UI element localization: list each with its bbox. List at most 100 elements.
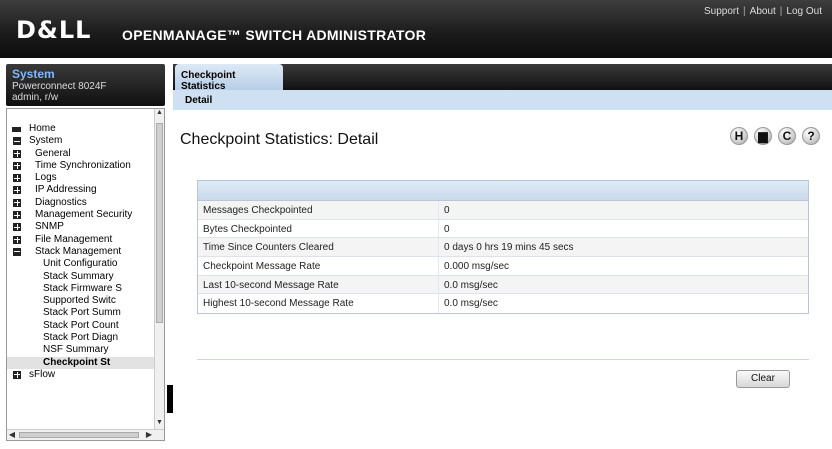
nav-item-label: Stack Port Count — [43, 319, 119, 331]
help-icon[interactable]: ? — [802, 127, 820, 145]
table-body: Messages Checkpointed 0 Bytes Checkpointed… — [198, 201, 808, 314]
row-value: 0.0 msg/sec — [444, 279, 498, 291]
refresh-icon[interactable]: C — [778, 127, 796, 145]
expand-icon[interactable] — [13, 186, 21, 195]
system-title[interactable]: System — [12, 67, 159, 81]
nav-item-label: Logs — [35, 172, 57, 184]
save-icon[interactable]: H — [730, 127, 748, 145]
nav-item[interactable]: System — [7, 135, 155, 147]
page-toolbar: H ▆ C? — [724, 127, 820, 145]
table-row: Highest 10-second Message Rate 0.0 msg/se… — [198, 294, 808, 314]
navigation-tree: Home System General Time Synchronization Log… — [6, 108, 165, 441]
nav-item[interactable]: Supported Switc — [7, 295, 155, 307]
nav-item[interactable]: Checkpoint St — [7, 356, 155, 369]
about-link[interactable]: About — [750, 6, 776, 17]
row-label: Bytes Checkpointed — [203, 223, 292, 235]
scroll-down-arrow-icon[interactable]: ▼ — [155, 419, 164, 429]
nav-hscroll-thumb[interactable] — [19, 432, 139, 438]
subtab-detail[interactable]: Detail — [185, 95, 212, 106]
nav-item[interactable]: Logs — [7, 172, 155, 184]
scroll-right-arrow-icon[interactable]: ▶ — [144, 430, 154, 439]
nav-item-label: Unit Configuratio — [43, 258, 118, 270]
table-row: Checkpoint Message Rate 0.000 msg/sec — [198, 257, 808, 276]
nav-item-label: SNMP — [35, 221, 64, 233]
scroll-up-arrow-icon[interactable]: ▲ — [155, 109, 164, 119]
print-icon[interactable]: ▆ — [754, 127, 772, 145]
expand-icon[interactable] — [13, 161, 21, 170]
collapse-icon[interactable] — [13, 247, 21, 256]
nav-item-label: Management Security — [35, 209, 133, 221]
tab-checkpoint-statistics[interactable]: Checkpoint Statistics — [175, 64, 283, 92]
clear-button[interactable]: Clear — [736, 370, 790, 388]
nav-item-label: Stack Port Summ — [43, 307, 121, 319]
nav-item-label: Stack Port Diagn — [43, 332, 119, 344]
scroll-left-arrow-icon[interactable]: ◀ — [7, 430, 17, 439]
nav-item[interactable]: NSF Summary — [7, 344, 155, 356]
nav-item[interactable]: Stack Management — [7, 246, 155, 258]
system-info-panel: System Powerconnect 8024F admin, r/w — [6, 64, 165, 106]
link-separator: | — [743, 6, 746, 17]
collapse-icon[interactable] — [13, 137, 21, 146]
nav-scroll-thumb[interactable] — [156, 123, 163, 323]
expand-icon[interactable] — [13, 174, 21, 183]
column-divider — [438, 257, 439, 275]
top-links: Support | About | Log Out — [704, 6, 822, 17]
row-value: 0 — [444, 205, 450, 216]
nav-item[interactable]: File Management — [7, 234, 155, 246]
main-content: Checkpoint Statistics Detail Checkpoint … — [173, 64, 832, 449]
nav-item-label: sFlow — [29, 368, 56, 380]
nav-item[interactable]: Unit Configuratio — [7, 258, 155, 270]
column-divider — [438, 201, 439, 219]
link-separator: | — [779, 6, 783, 17]
expand-icon[interactable] — [13, 198, 21, 207]
table-row: Time Since Counters Cleared 0 days 0 hrs … — [198, 238, 808, 258]
row-label: Checkpoint Message Rate — [203, 261, 321, 273]
nav-item[interactable]: SNMP — [7, 221, 155, 233]
expand-icon[interactable] — [13, 149, 21, 158]
nav-vertical-scrollbar[interactable]: ▲ ▼ — [154, 109, 164, 429]
nav-item[interactable]: Home — [7, 123, 155, 135]
expand-icon[interactable] — [13, 235, 21, 244]
table-row: Messages Checkpointed 0 — [198, 201, 808, 220]
table-header — [198, 181, 808, 201]
nav-item[interactable]: Stack Summary — [7, 271, 155, 283]
nav-item[interactable]: Stack Port Diagn — [7, 332, 155, 344]
row-label: Messages Checkpointed — [203, 205, 313, 216]
row-value: 0.0 msg/sec — [444, 298, 498, 310]
nav-item[interactable]: sFlow — [7, 369, 155, 381]
column-divider — [438, 219, 439, 238]
checkpoint-statistics-table: Messages Checkpointed 0 Bytes Checkpointed… — [197, 180, 809, 315]
row-value: 0 — [444, 223, 450, 235]
column-divider — [438, 294, 439, 314]
nav-item-label: Stack Summary — [43, 270, 114, 282]
nav-item[interactable]: General — [7, 148, 155, 160]
expand-icon[interactable] — [13, 223, 21, 232]
nav-item[interactable]: Stack Port Summ — [7, 307, 155, 319]
row-label: Time Since Counters Cleared — [203, 242, 334, 254]
nav-item-label: Stack Firmware S — [43, 282, 122, 294]
table-row: Last 10-second Message Rate 0.0 msg/sec — [198, 275, 808, 295]
column-divider — [438, 238, 439, 257]
row-value: 0 days 0 hrs 19 mins 45 secs — [444, 242, 574, 254]
nav-item-label: NSF Summary — [43, 344, 109, 356]
nav-item[interactable]: Diagnostics — [7, 197, 155, 209]
support-link[interactable]: Support — [704, 6, 739, 17]
nav-item-label: File Management — [35, 233, 113, 245]
nav-item[interactable]: Management Security — [7, 209, 155, 221]
nav-item[interactable]: Stack Port Count — [7, 320, 155, 332]
nav-horizontal-scrollbar[interactable]: ◀ ▶ — [7, 429, 164, 440]
subtab-bar: Detail — [173, 90, 832, 110]
column-divider — [438, 275, 439, 294]
expand-icon[interactable] — [13, 211, 21, 220]
nav-item[interactable]: Time Synchronization — [7, 160, 155, 172]
home-icon — [12, 127, 21, 132]
logout-link[interactable]: Log Out — [786, 6, 822, 17]
nav-item[interactable]: Stack Firmware S — [7, 283, 155, 295]
nav-item-label: System — [29, 135, 63, 147]
nav-item-label: Home — [29, 123, 56, 134]
page-title: Checkpoint Statistics: Detail — [180, 131, 379, 148]
nav-item[interactable]: IP Addressing — [7, 184, 155, 196]
row-value: 0.000 msg/sec — [444, 261, 510, 273]
table-row: Bytes Checkpointed 0 — [198, 219, 808, 239]
expand-icon[interactable] — [13, 370, 21, 379]
